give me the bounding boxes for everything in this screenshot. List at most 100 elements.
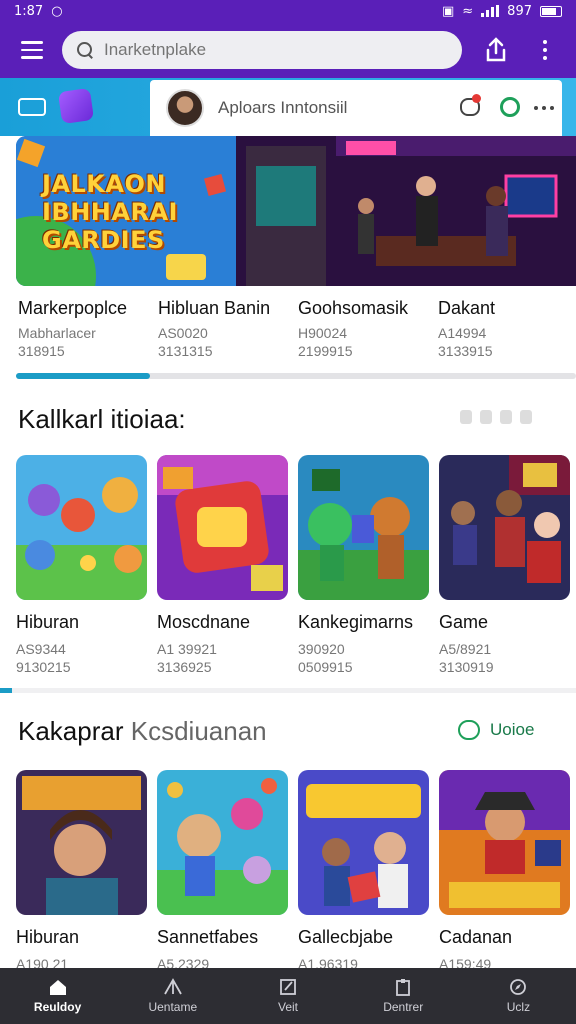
user-name: Aploars Inntonsiil — [218, 98, 348, 117]
game-thumbnail[interactable] — [16, 455, 147, 600]
carousel-item[interactable]: Dakant A14994 3133915 — [438, 298, 576, 359]
app-logo-icon[interactable] — [57, 87, 95, 125]
game-thumbnail[interactable] — [298, 455, 429, 600]
see-more-link[interactable]: Uoioe — [458, 720, 534, 740]
more-options-icon[interactable] — [530, 34, 560, 66]
carousel-sub: A14994 — [438, 325, 487, 341]
signal-icon — [481, 5, 500, 17]
card-title: Hiburan — [16, 612, 80, 632]
nav-label: Veit — [278, 1000, 299, 1014]
card-row: Hiburan A190 21 Sannetfabes A5.2329 Gall… — [16, 770, 570, 972]
game-card[interactable]: Hiburan AS9344 9130215 — [16, 455, 147, 675]
carousel-title: Markerpoplce — [18, 298, 128, 318]
status-icon[interactable] — [500, 97, 520, 117]
clipboard-icon — [396, 979, 411, 996]
nav-item-tent[interactable]: Uentame — [115, 968, 230, 1024]
wallet-icon[interactable] — [18, 98, 46, 116]
carousel-progress-fill — [16, 373, 151, 379]
carousel-item[interactable]: Goohsomasik H90024 2199915 — [298, 298, 438, 359]
nav-item-edit[interactable]: Veit — [230, 968, 345, 1024]
carousel-title: Goohsomasik — [298, 298, 409, 318]
card-title: Gallecbjabe — [298, 927, 394, 947]
search-bar[interactable] — [62, 31, 462, 69]
home-icon — [49, 980, 66, 995]
nav-item-clipboard[interactable]: Dentrer — [346, 968, 461, 1024]
chat-bubble-icon — [458, 720, 480, 740]
tent-icon — [164, 978, 182, 995]
carousel-sub: AS0020 — [158, 325, 208, 341]
game-thumbnail[interactable] — [16, 770, 147, 915]
search-icon — [76, 41, 94, 59]
card-sub: 9130215 — [16, 659, 71, 675]
carousel-labels: Markerpoplce Mabharlacer 318915 Hibluan … — [18, 298, 576, 359]
game-thumbnail[interactable] — [157, 770, 288, 915]
user-card[interactable]: Aploars Inntonsiil — [150, 80, 562, 136]
card-sub: 390920 — [298, 641, 345, 657]
menu-icon[interactable] — [12, 30, 52, 70]
notification-icon: ○ — [51, 3, 63, 19]
section-title-dark: Kakaprar — [18, 716, 124, 746]
banner-title: JALKAON IBHHARAI GARDIES — [42, 170, 178, 254]
game-thumbnail[interactable] — [298, 770, 429, 915]
card-title: Sannetfabes — [157, 927, 259, 947]
edit-icon — [280, 979, 296, 995]
game-card[interactable]: Moscdnane A1 39921 3136925 — [157, 455, 288, 675]
nav-item-home[interactable]: Reuldoy — [0, 968, 115, 1024]
card-sub: 3136925 — [157, 659, 212, 675]
divider-indicator — [0, 688, 12, 693]
card-title: Moscdnane — [157, 612, 251, 632]
game-card[interactable]: Kankegimarns 390920 0509915 — [298, 455, 429, 675]
battery-icon — [540, 5, 562, 17]
battery-percent: 897 — [507, 3, 532, 19]
avatar[interactable] — [166, 89, 204, 127]
card-title: Cadanan — [439, 927, 513, 947]
game-thumbnail[interactable] — [157, 455, 288, 600]
carousel-sub: 3131315 — [158, 343, 213, 359]
carousel-sub: H90024 — [298, 325, 348, 341]
carousel-sub: 318915 — [18, 343, 65, 359]
vibrate-icon: ▣ — [441, 3, 455, 19]
game-card[interactable]: Cadanan A159:49 — [439, 770, 570, 972]
card-row: Hiburan AS9344 9130215 Moscdnane A1 3992… — [16, 455, 570, 675]
carousel-sub: Mabharlacer — [18, 325, 96, 341]
bottom-navigation: Reuldoy Uentame Veit Dentrer Uclz — [0, 968, 576, 1024]
card-sub: A1 39921 — [157, 641, 217, 657]
banner-art-arcade — [236, 136, 576, 286]
card-sub: AS9344 — [16, 641, 66, 657]
game-card[interactable]: Gallecbjabe A1.96319 — [298, 770, 429, 972]
status-bar: 1:87 ○ ▣ ≈ 897 — [0, 0, 576, 22]
app-bar — [0, 22, 576, 78]
section-title-light: Kcsdiuanan — [130, 716, 267, 746]
card-sub: 3130919 — [439, 659, 494, 675]
nav-label: Reuldoy — [33, 1000, 82, 1014]
section-divider — [0, 688, 576, 693]
nav-item-compass[interactable]: Uclz — [461, 968, 576, 1024]
card-title: Kankegimarns — [298, 612, 414, 632]
carousel-item[interactable]: Hibluan Banin AS0020 3131315 — [158, 298, 298, 359]
search-input[interactable] — [104, 40, 434, 60]
nav-label: Dentrer — [383, 1000, 424, 1014]
carousel-progress[interactable] — [16, 373, 576, 379]
section-actions[interactable] — [460, 410, 532, 424]
game-card[interactable]: Sannetfabes A5.2329 — [157, 770, 288, 972]
carousel-title: Dakant — [438, 298, 496, 318]
game-thumbnail[interactable] — [439, 770, 570, 915]
featured-banner[interactable]: JALKAON IBHHARAI GARDIES — [16, 136, 576, 286]
carousel-item[interactable]: Markerpoplce Mabharlacer 318915 — [18, 298, 158, 359]
nav-label: Uentame — [148, 1000, 198, 1014]
game-card[interactable]: Hiburan A190 21 — [16, 770, 147, 972]
carousel-sub: 3133915 — [438, 343, 493, 359]
carousel-title: Hibluan Banin — [158, 298, 271, 318]
see-more-label: Uoioe — [490, 720, 535, 739]
game-card[interactable]: Game A5/8921 3130919 — [439, 455, 570, 675]
status-time: 1:87 — [14, 3, 44, 19]
game-thumbnail[interactable] — [439, 455, 570, 600]
card-sub: A5/8921 — [439, 641, 492, 657]
section-title: Kakaprar Kcsdiuanan — [18, 716, 267, 747]
notification-dot — [472, 94, 481, 103]
wifi-icon: ≈ — [462, 3, 474, 19]
share-icon[interactable] — [480, 34, 512, 66]
compass-icon — [510, 979, 527, 995]
section-title: Kallkarl itioiaa: — [18, 404, 186, 434]
more-horizontal-icon[interactable] — [534, 106, 554, 110]
